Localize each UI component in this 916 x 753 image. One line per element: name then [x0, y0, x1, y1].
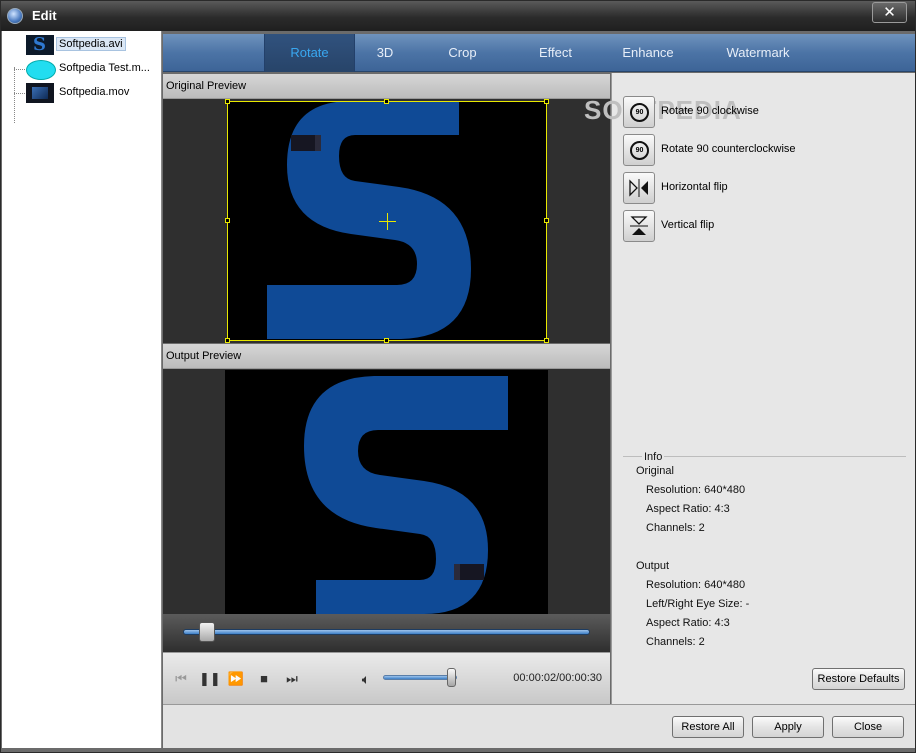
app-icon	[7, 8, 23, 24]
crop-handle-top-right[interactable]	[544, 99, 549, 104]
window-title: Edit	[32, 8, 57, 23]
volume-track[interactable]	[383, 675, 457, 680]
restore-all-button[interactable]: Restore All	[672, 716, 744, 738]
edit-tab-bar: Rotate 3D Crop Effect Enhance Watermark	[163, 34, 915, 72]
tab-3d[interactable]: 3D	[355, 34, 415, 72]
rotate-cw-icon[interactable]: 90	[623, 96, 655, 128]
original-preview-header: Original Preview	[163, 74, 610, 99]
crop-handle-right[interactable]	[544, 218, 549, 223]
video-thumbnail	[26, 34, 54, 55]
tab-watermark[interactable]: Watermark	[708, 34, 808, 72]
vertical-flip-glyph	[630, 216, 648, 235]
rotate-options-panel: SOFTPEDIA 90 Rotate 90 clockwise 90 Rota…	[584, 73, 915, 704]
original-preview-area	[163, 99, 610, 343]
apply-button[interactable]: Apply	[752, 716, 824, 738]
output-preview-area	[163, 369, 610, 614]
tab-rotate[interactable]: Rotate	[264, 34, 355, 72]
file-list: Softpedia.avi Softpedia Test.m... Softpe…	[2, 31, 162, 748]
tab-enhance[interactable]: Enhance	[608, 34, 688, 72]
dark-block	[460, 564, 484, 580]
rotate-ccw-glyph: 90	[630, 141, 649, 160]
info-output-resolution: Resolution: 640*480	[646, 579, 746, 591]
info-output-eye-size: Left/Right Eye Size: -	[646, 598, 750, 610]
horizontal-flip-icon[interactable]	[623, 172, 655, 204]
info-output-aspect: Aspect Ratio: 4:3	[646, 617, 730, 629]
crop-handle-top-left[interactable]	[225, 99, 230, 104]
crop-handle-bottom-left[interactable]	[225, 338, 230, 343]
vertical-flip-icon[interactable]	[623, 210, 655, 242]
info-original-heading: Original	[636, 465, 674, 477]
file-item-softpedia-avi[interactable]: Softpedia.avi	[2, 34, 161, 56]
output-video-frame	[225, 370, 548, 614]
seek-slider-thumb[interactable]	[199, 622, 216, 642]
video-thumbnail	[26, 59, 56, 80]
dark-block-edge	[454, 564, 460, 580]
crop-frame[interactable]	[225, 99, 549, 343]
crop-handle-bottom-right[interactable]	[544, 338, 549, 343]
seek-bar-area	[163, 614, 610, 652]
crop-handle-left[interactable]	[225, 218, 230, 223]
file-item-softpedia-mov[interactable]: Softpedia.mov	[2, 82, 161, 104]
previous-frame-icon[interactable]: ⏮	[172, 670, 190, 688]
info-group-border	[623, 456, 906, 457]
output-preview-header: Output Preview	[163, 344, 610, 369]
tab-crop[interactable]: Crop	[425, 34, 500, 72]
window-close-button[interactable]: ✕	[872, 2, 907, 23]
playback-controls: ⏮ ❚❚ ⏩ ■ ⏭ 🔈︎ 00:00:02/00:00:30	[163, 652, 610, 704]
file-name: Softpedia Test.m...	[59, 62, 150, 74]
info-legend: Info	[642, 451, 665, 463]
stop-icon[interactable]: ■	[255, 670, 273, 688]
rotate-cw-glyph: 90	[630, 103, 649, 122]
next-frame-icon[interactable]: ⏭	[283, 670, 301, 688]
title-bar[interactable]: Edit ✕	[1, 1, 915, 31]
info-output-heading: Output	[636, 560, 670, 572]
crosshair-icon	[387, 213, 388, 230]
rotate-ccw-label: Rotate 90 counterclockwise	[661, 143, 796, 155]
file-name: Softpedia.avi	[56, 37, 126, 51]
playback-time: 00:00:02/00:00:30	[513, 672, 602, 684]
bottom-button-bar: Restore All Apply Close	[163, 704, 915, 748]
volume-icon[interactable]: 🔈︎	[357, 670, 375, 688]
video-thumbnail	[26, 83, 54, 103]
tab-effect[interactable]: Effect	[513, 34, 598, 72]
horizontal-flip-label: Horizontal flip	[661, 181, 728, 193]
info-original-aspect: Aspect Ratio: 4:3	[646, 503, 730, 515]
rotate-cw-label: Rotate 90 clockwise	[661, 105, 759, 117]
vertical-flip-label: Vertical flip	[661, 219, 715, 231]
horizontal-flip-glyph	[629, 179, 648, 197]
close-button[interactable]: Close	[832, 716, 904, 738]
seek-track[interactable]	[183, 629, 590, 635]
volume-slider-thumb[interactable]	[447, 668, 456, 687]
crop-handle-bottom[interactable]	[384, 338, 389, 343]
fast-forward-icon[interactable]: ⏩	[227, 670, 245, 688]
crop-handle-top[interactable]	[384, 99, 389, 104]
pause-icon[interactable]: ❚❚	[199, 670, 221, 688]
output-video-image	[225, 370, 548, 614]
file-item-softpedia-test[interactable]: Softpedia Test.m...	[2, 58, 161, 80]
info-original-resolution: Resolution: 640*480	[646, 484, 746, 496]
rotate-ccw-icon[interactable]: 90	[623, 134, 655, 166]
restore-defaults-button[interactable]: Restore Defaults	[812, 668, 905, 690]
info-output-channels: Channels: 2	[646, 636, 705, 648]
file-name: Softpedia.mov	[59, 86, 130, 98]
edit-window: Edit ✕ Softpedia.avi Softpedia Test.m...…	[0, 0, 916, 753]
info-original-channels: Channels: 2	[646, 522, 705, 534]
